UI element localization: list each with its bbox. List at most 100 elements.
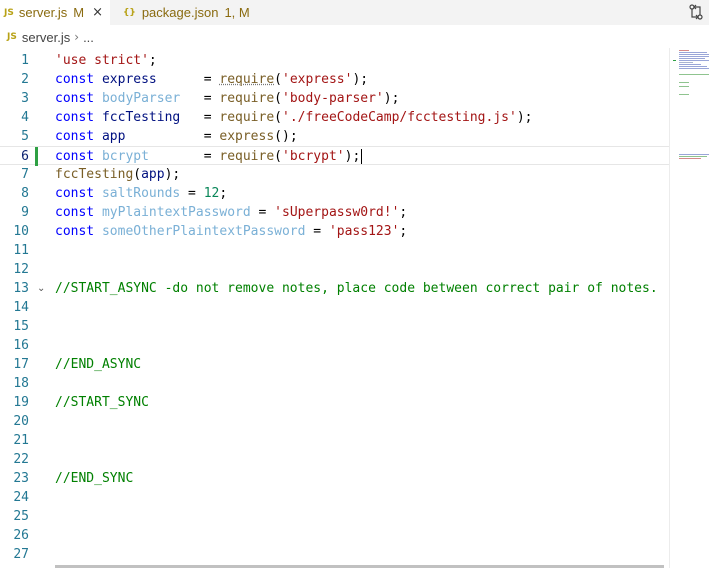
line-number: 8	[21, 186, 29, 201]
code-token: =	[195, 149, 220, 164]
code-token: 'bcrypt'	[282, 149, 345, 164]
code-line[interactable]: 20	[0, 412, 670, 431]
close-icon[interactable]: ×	[92, 5, 103, 20]
code-token: const	[55, 186, 95, 201]
code-token: (	[274, 91, 282, 106]
code-token: =	[195, 72, 220, 87]
code-line[interactable]: 5 const app = express();	[0, 127, 670, 146]
code-line[interactable]: 26	[0, 526, 670, 545]
breadcrumb-file[interactable]: server.js	[22, 30, 70, 45]
code-line[interactable]: 4 const fccTesting = require('./freeCodeC…	[0, 108, 670, 127]
line-number: 12	[13, 262, 29, 277]
code-line[interactable]: 10 const someOtherPlaintextPassword = 'pa…	[0, 222, 670, 241]
code-line[interactable]: 21	[0, 431, 670, 450]
code-token: express	[219, 129, 275, 144]
code-token: express	[94, 72, 196, 87]
open-changes-icon[interactable]	[688, 3, 704, 21]
code-line[interactable]: 17 //END_ASYNC	[0, 355, 670, 374]
code-token: =	[195, 110, 220, 125]
code-text: const bcrypt = require('bcrypt');	[55, 147, 363, 166]
javascript-file-icon: JS	[7, 32, 17, 42]
code-token: =	[305, 224, 329, 239]
code-token: const	[55, 91, 95, 106]
line-number: 2	[21, 72, 29, 87]
code-editor[interactable]: 1'use strict'; 2 const express = require('…	[0, 50, 670, 566]
code-token: );	[516, 110, 533, 125]
code-line[interactable]: 24	[0, 488, 670, 507]
code-line[interactable]: 14	[0, 298, 670, 317]
code-line[interactable]: 23 //END_SYNC	[0, 469, 670, 488]
code-line[interactable]: 6 const bcrypt = require('bcrypt');	[0, 146, 670, 166]
code-text: const someOtherPlaintextPassword = 'pass…	[55, 222, 407, 241]
code-token: require	[219, 149, 275, 164]
code-line[interactable]: 15	[0, 317, 670, 336]
code-line[interactable]: 8 const saltRounds = 12;	[0, 184, 670, 203]
line-number: 1	[21, 53, 29, 68]
minimap[interactable]	[671, 48, 709, 566]
line-number: 24	[13, 490, 29, 505]
code-line[interactable]: 25	[0, 507, 670, 526]
code-line[interactable]: 16	[0, 336, 670, 355]
line-number: 10	[13, 224, 29, 239]
line-number: 3	[21, 91, 29, 106]
code-token: fccTesting	[55, 167, 134, 182]
code-line[interactable]: 18	[0, 374, 670, 393]
code-text: const saltRounds = 12;	[55, 184, 227, 203]
line-number: 27	[13, 547, 29, 562]
code-token: ;	[399, 224, 408, 239]
code-token: =	[195, 129, 220, 144]
code-line[interactable]: 19 //START_SYNC	[0, 393, 670, 412]
code-line[interactable]: 7 fccTesting(app);	[0, 165, 670, 184]
code-comment: //END_ASYNC	[55, 357, 142, 372]
line-number: 19	[13, 395, 29, 410]
code-token: 'pass123'	[328, 224, 400, 239]
code-token: fccTesting	[94, 110, 196, 125]
code-token: 'use strict'	[55, 53, 149, 68]
code-token: const	[55, 110, 95, 125]
line-number: 6	[21, 149, 29, 164]
fold-chevron-icon[interactable]: ⌄	[37, 279, 45, 298]
code-line[interactable]: 22	[0, 450, 670, 469]
code-token: ();	[274, 129, 298, 144]
code-token: require	[219, 110, 275, 125]
code-token: bcrypt	[94, 149, 196, 164]
code-text: //START_ASYNC -do not remove notes, plac…	[55, 279, 658, 298]
code-token: const	[55, 72, 95, 87]
breadcrumb-more[interactable]: ...	[83, 30, 94, 45]
line-number: 7	[21, 167, 29, 182]
code-line[interactable]: 27	[0, 545, 670, 564]
code-line[interactable]: 11	[0, 241, 670, 260]
code-token: 'body-parser'	[282, 91, 384, 106]
code-token: someOtherPlaintextPassword	[94, 224, 306, 239]
text-cursor	[361, 149, 363, 164]
javascript-file-icon: JS	[4, 7, 14, 18]
code-line[interactable]: 13 ⌄ //START_ASYNC -do not remove notes, p…	[0, 279, 670, 298]
code-token: require	[219, 91, 275, 106]
code-token: require	[219, 72, 275, 87]
code-line[interactable]: 12	[0, 260, 670, 279]
code-token: 12	[203, 186, 220, 201]
code-token: (	[274, 149, 282, 164]
tab-package-json[interactable]: {} package.json 1, M	[123, 0, 263, 25]
code-line[interactable]: 2 const express = require('express');	[0, 70, 670, 89]
line-number: 16	[13, 338, 29, 353]
line-number: 23	[13, 471, 29, 486]
line-number: 5	[21, 129, 29, 144]
code-token: bodyParser	[94, 91, 196, 106]
code-token: 'express'	[282, 72, 353, 87]
line-number: 14	[13, 300, 29, 315]
code-text: const myPlaintextPassword = 'sUperpassw0…	[55, 203, 407, 222]
line-number: 20	[13, 414, 29, 429]
scrollbar-track	[669, 48, 670, 568]
chevron-right-icon: ›	[74, 30, 80, 44]
tab-server-js[interactable]: JS server.js M ×	[0, 0, 110, 25]
code-line[interactable]: 9 const myPlaintextPassword = 'sUperpassw…	[0, 203, 670, 222]
code-token: const	[55, 224, 95, 239]
modified-indicator[interactable]	[35, 147, 38, 166]
code-token: app	[141, 167, 165, 182]
code-line[interactable]: 1 'use strict';	[0, 51, 670, 70]
code-text: fccTesting(app);	[55, 165, 180, 184]
code-token: (	[274, 72, 282, 87]
code-comment: //START_SYNC	[55, 395, 149, 410]
code-line[interactable]: 3 const bodyParser = require('body-parser…	[0, 89, 670, 108]
